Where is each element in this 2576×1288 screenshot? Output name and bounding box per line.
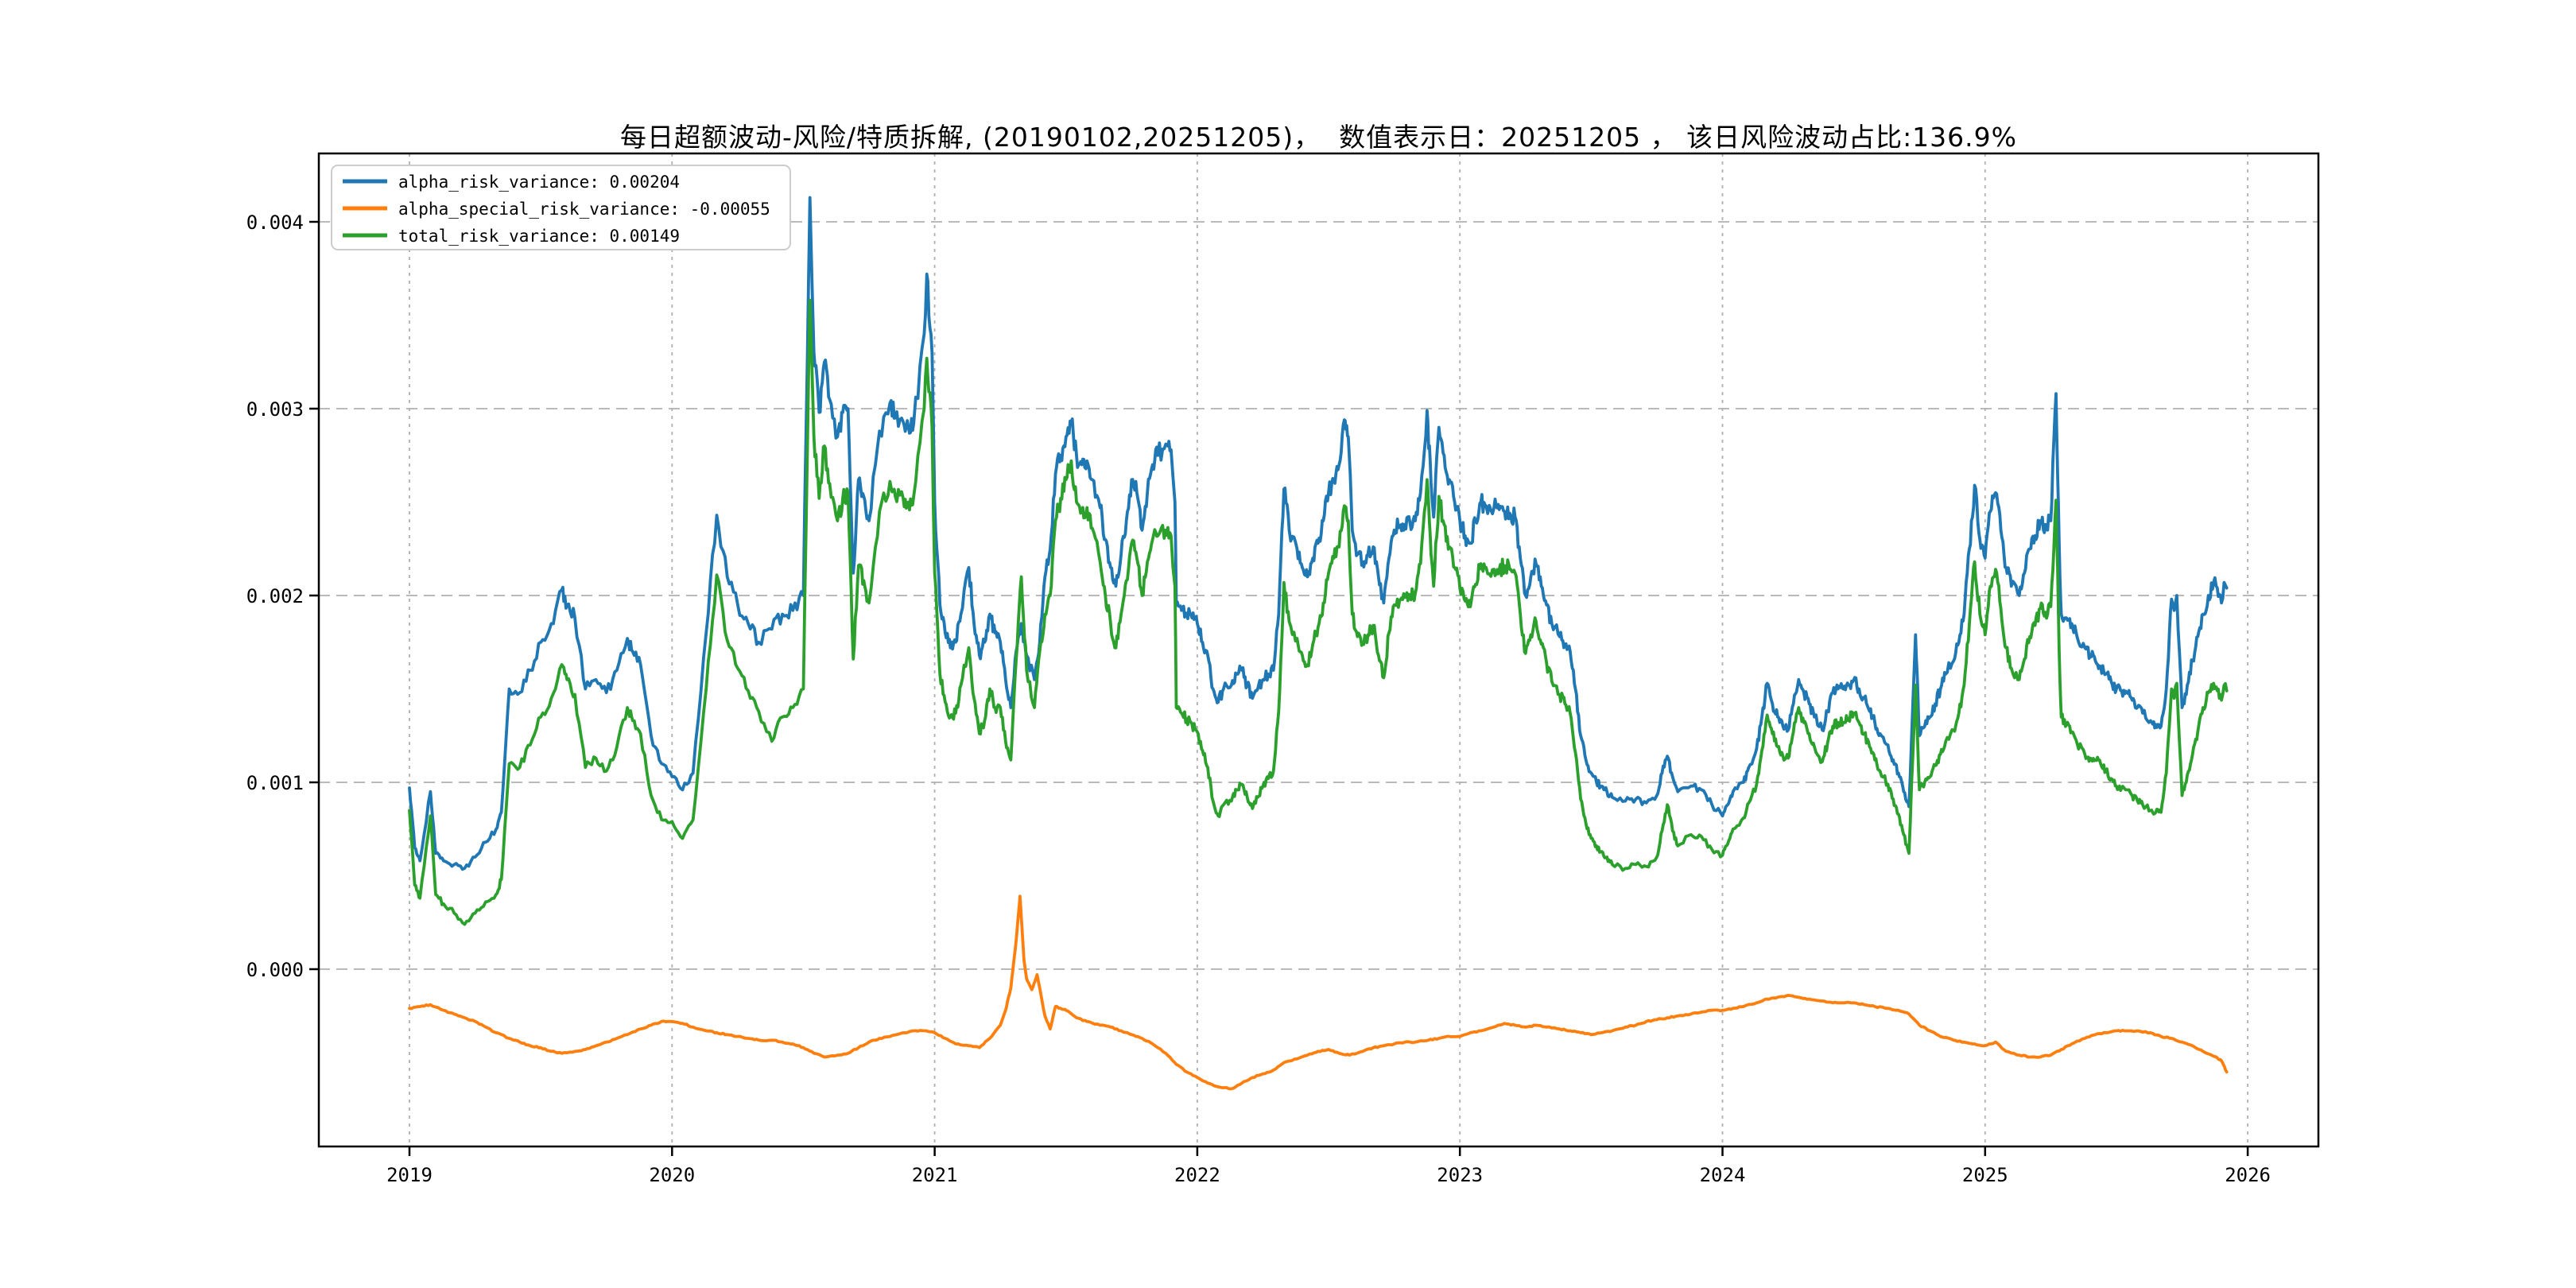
x-tick-label: 2026 <box>2225 1164 2271 1186</box>
y-tick-label: 0.002 <box>246 585 304 607</box>
y-tick-label: 0.003 <box>246 398 304 421</box>
legend-label-alpha-risk-variance: alpha_risk_variance: 0.00204 <box>398 173 680 192</box>
x-tick-label: 2025 <box>1962 1164 2008 1186</box>
x-tick-label: 2024 <box>1700 1164 1746 1186</box>
series-line-alpha_risk_variance <box>409 198 2227 870</box>
series-lines <box>409 198 2227 1089</box>
plot-area-border <box>319 153 2318 1146</box>
chart-canvas: 0.000 0.001 0.002 0.003 0.004 2019 2020 2021 202… <box>0 0 2576 1288</box>
y-tick-label: 0.004 <box>246 211 304 234</box>
legend: alpha_risk_variance: 0.00204 alpha_speci… <box>332 165 790 250</box>
x-tick-label: 2020 <box>649 1164 695 1186</box>
gridlines <box>319 153 2318 1146</box>
x-tick-label: 2021 <box>912 1164 958 1186</box>
legend-label-total-risk-variance: total_risk_variance: 0.00149 <box>398 227 680 246</box>
y-tick-label: 0.001 <box>246 772 304 794</box>
figure: 每日超额波动-风险/特质拆解, (20190102,20251205)， 数值表… <box>0 0 2576 1288</box>
series-line-total_risk_variance <box>409 301 2227 925</box>
x-tick-label: 2022 <box>1174 1164 1220 1186</box>
y-tick-label: 0.000 <box>246 959 304 981</box>
x-tick-label: 2023 <box>1437 1164 1483 1186</box>
series-line-alpha_special_risk_variance <box>409 896 2227 1088</box>
x-tick-label: 2019 <box>386 1164 433 1186</box>
legend-label-alpha-special-risk-variance: alpha_special_risk_variance: -0.00055 <box>398 200 770 219</box>
